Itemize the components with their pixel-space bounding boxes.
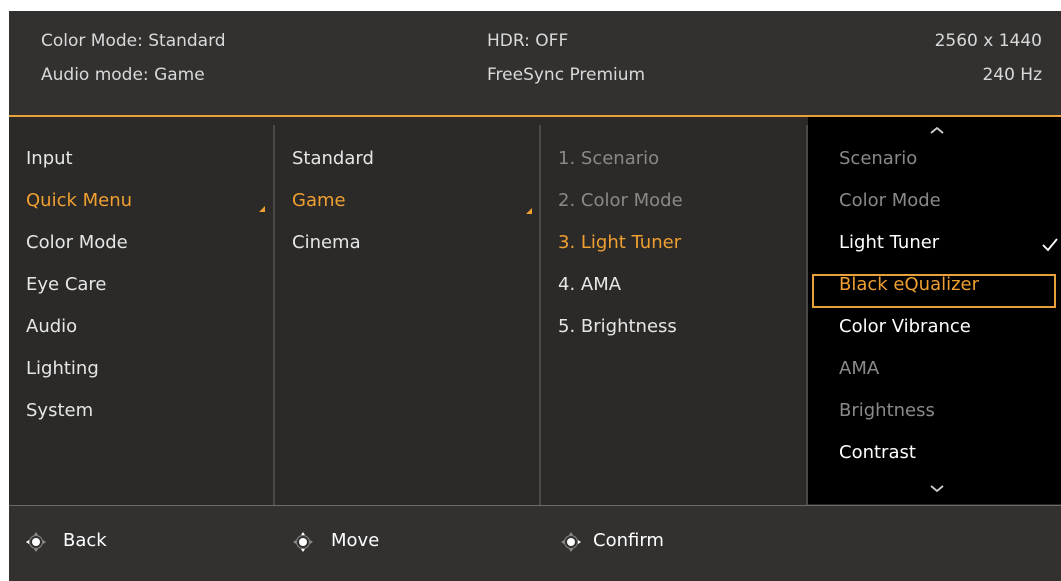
- menu-item-system[interactable]: System: [26, 400, 93, 421]
- menu-column-1: Input Quick Menu Color Mode Eye Care Aud…: [9, 117, 273, 504]
- joystick-confirm-icon: [561, 532, 581, 552]
- menu-item-scenario: 1. Scenario: [558, 148, 660, 169]
- menu-column-2: Standard Game Cinema: [275, 117, 539, 504]
- menu-item-lighting[interactable]: Lighting: [26, 358, 99, 379]
- selected-arrow-icon: [526, 208, 532, 214]
- menu-column-4: Scenario Color Mode Light Tuner Black eQ…: [808, 117, 1061, 504]
- selected-arrow-icon: [259, 206, 265, 212]
- status-header: Color Mode: Standard Audio mode: Game HD…: [9, 11, 1061, 117]
- hdr-status: HDR: OFF: [487, 31, 569, 51]
- menu-item-input[interactable]: Input: [26, 148, 73, 169]
- menu-item-light-tuner-slot[interactable]: 3. Light Tuner: [558, 232, 681, 253]
- control-footer: Back Move Confirm: [9, 505, 1061, 581]
- menu-item-brightness-slot[interactable]: 5. Brightness: [558, 316, 677, 337]
- menu-body: Input Quick Menu Color Mode Eye Care Aud…: [9, 117, 1061, 505]
- option-color-vibrance[interactable]: Color Vibrance: [839, 316, 971, 337]
- resolution-status: 2560 x 1440: [934, 31, 1042, 51]
- menu-item-color-mode[interactable]: Color Mode: [26, 232, 128, 253]
- joystick-left-icon: [26, 532, 46, 552]
- menu-item-cinema[interactable]: Cinema: [292, 232, 361, 253]
- chevron-up-icon[interactable]: [929, 125, 945, 135]
- menu-item-game[interactable]: Game: [292, 190, 346, 211]
- menu-item-eye-care[interactable]: Eye Care: [26, 274, 107, 295]
- color-mode-status: Color Mode: Standard: [41, 31, 226, 51]
- move-label: Move: [331, 530, 380, 551]
- chevron-down-icon[interactable]: [929, 484, 945, 494]
- option-contrast[interactable]: Contrast: [839, 442, 916, 463]
- option-brightness: Brightness: [839, 400, 935, 421]
- menu-item-ama-slot[interactable]: 4. AMA: [558, 274, 621, 295]
- option-color-mode: Color Mode: [839, 190, 941, 211]
- option-ama: AMA: [839, 358, 880, 379]
- checkmark-icon: [1042, 238, 1058, 252]
- menu-item-standard[interactable]: Standard: [292, 148, 374, 169]
- back-label: Back: [63, 530, 107, 551]
- menu-item-color-mode-slot: 2. Color Mode: [558, 190, 683, 211]
- option-scenario: Scenario: [839, 148, 918, 169]
- refresh-rate-status: 240 Hz: [982, 65, 1042, 85]
- menu-column-3: 1. Scenario 2. Color Mode 3. Light Tuner…: [541, 117, 805, 504]
- audio-mode-status: Audio mode: Game: [41, 65, 205, 85]
- monitor-osd: Color Mode: Standard Audio mode: Game HD…: [9, 11, 1061, 581]
- joystick-move-icon: [293, 532, 313, 552]
- menu-item-quick-menu[interactable]: Quick Menu: [26, 190, 132, 211]
- option-black-equalizer[interactable]: Black eQualizer: [839, 274, 979, 295]
- menu-item-audio[interactable]: Audio: [26, 316, 77, 337]
- freesync-status: FreeSync Premium: [487, 65, 646, 85]
- confirm-label: Confirm: [593, 530, 664, 551]
- option-light-tuner[interactable]: Light Tuner: [839, 232, 939, 253]
